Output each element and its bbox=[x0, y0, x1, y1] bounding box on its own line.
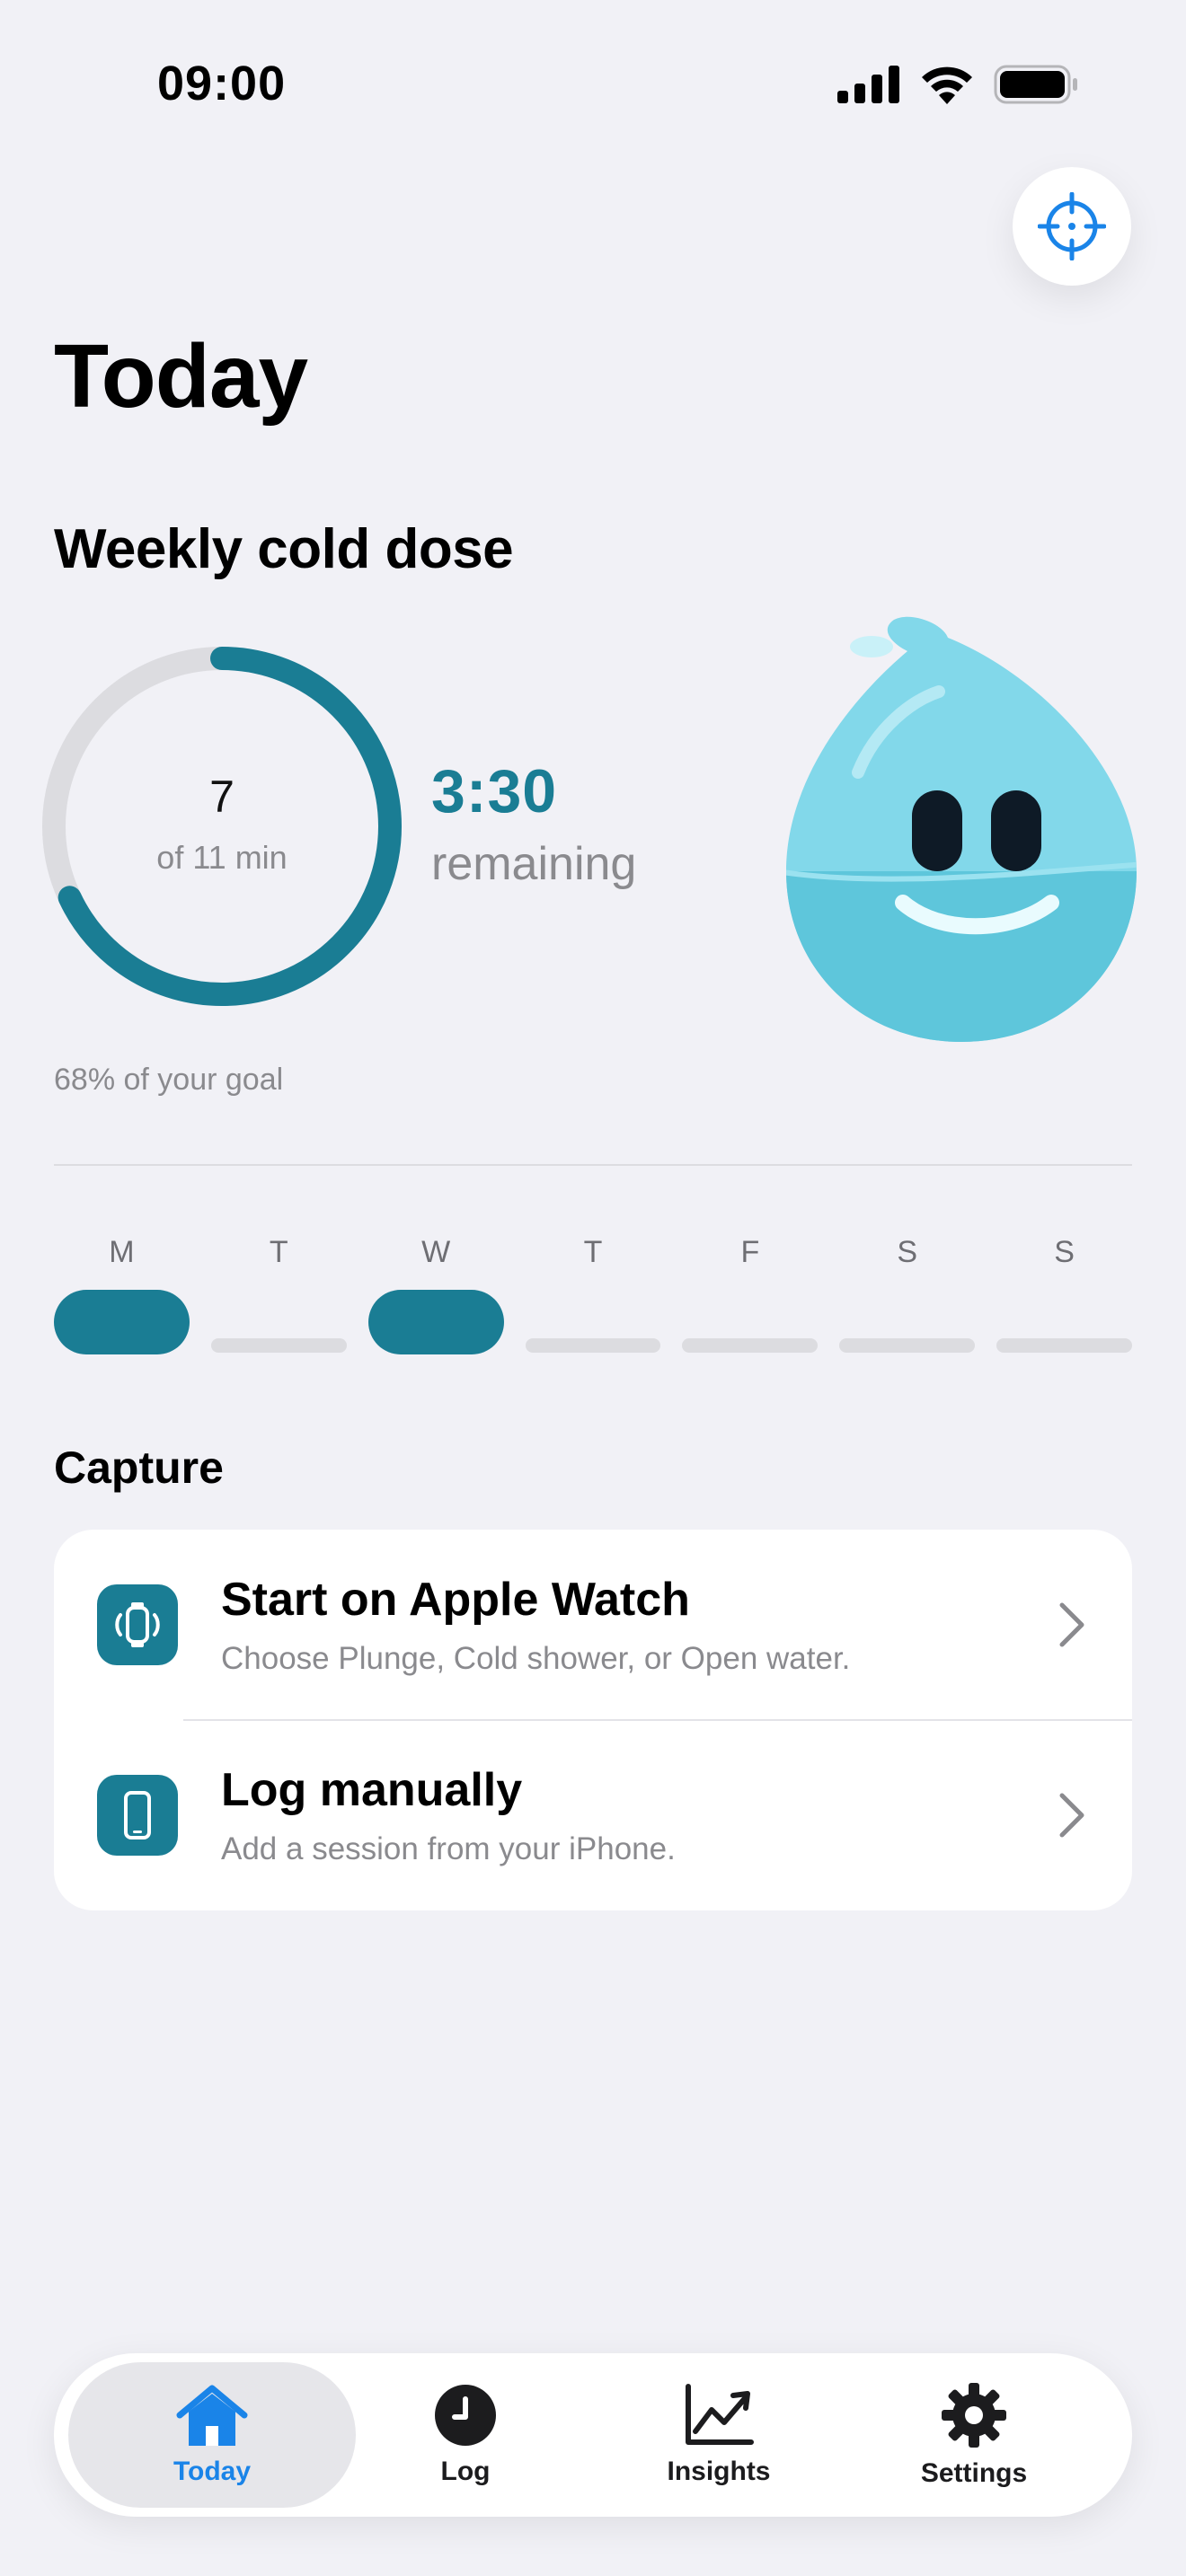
status-time: 09:00 bbox=[157, 57, 287, 110]
day-letter: T bbox=[269, 1235, 288, 1269]
tab-insights[interactable]: Insights bbox=[575, 2362, 863, 2508]
chart-icon bbox=[686, 2384, 754, 2445]
tab-today[interactable]: Today bbox=[68, 2362, 356, 2508]
section-divider bbox=[54, 1164, 1132, 1166]
chevron-right-icon bbox=[1059, 1602, 1084, 1647]
tab-label: Log bbox=[440, 2457, 491, 2486]
remaining-label: remaining bbox=[431, 838, 637, 890]
capture-section-title: Capture bbox=[54, 1442, 224, 1493]
cellular-signal-icon bbox=[837, 66, 899, 103]
day-bar-empty bbox=[682, 1338, 819, 1353]
day-letter: W bbox=[421, 1235, 451, 1269]
ring-subtitle: of 11 min bbox=[156, 839, 288, 876]
status-icons bbox=[837, 65, 1078, 104]
week-day: T bbox=[525, 1231, 661, 1354]
chevron-right-icon bbox=[1059, 1793, 1084, 1838]
day-bar-completed bbox=[367, 1290, 504, 1354]
crosshair-icon bbox=[1038, 192, 1106, 260]
day-bar-empty bbox=[839, 1338, 976, 1353]
page-title: Today bbox=[54, 326, 308, 427]
watch-icon bbox=[97, 1584, 178, 1665]
row-subtitle: Add a session from your iPhone. bbox=[221, 1831, 676, 1866]
tab-settings[interactable]: Settings bbox=[830, 2362, 1118, 2508]
day-bar-empty bbox=[525, 1338, 661, 1353]
row-title: Start on Apple Watch bbox=[221, 1574, 690, 1626]
capture-card: Start on Apple Watch Choose Plunge, Cold… bbox=[54, 1530, 1132, 1910]
locate-button[interactable] bbox=[1013, 167, 1131, 286]
remaining-time: 3:30 bbox=[431, 757, 558, 825]
week-day: F bbox=[682, 1231, 819, 1354]
house-icon bbox=[176, 2385, 248, 2446]
iphone-icon bbox=[97, 1775, 178, 1856]
wifi-icon bbox=[922, 66, 972, 104]
water-drop-mascot bbox=[786, 616, 1137, 1043]
week-strip: MTWTFSS bbox=[54, 1231, 1132, 1354]
row-title: Log manually bbox=[221, 1764, 523, 1816]
gear-icon bbox=[942, 2383, 1006, 2448]
week-day: S bbox=[839, 1231, 976, 1354]
day-letter: F bbox=[740, 1235, 760, 1269]
day-letter: S bbox=[1054, 1235, 1075, 1269]
tab-label: Insights bbox=[667, 2457, 771, 2486]
tab-bar: Today Log Insights Settings bbox=[54, 2353, 1132, 2517]
weekly-progress-ring bbox=[42, 647, 402, 1006]
row-subtitle: Choose Plunge, Cold shower, or Open wate… bbox=[221, 1641, 851, 1676]
start-apple-watch-row[interactable]: Start on Apple Watch Choose Plunge, Cold… bbox=[54, 1530, 1132, 1721]
day-letter: S bbox=[897, 1235, 918, 1269]
clock-icon bbox=[435, 2385, 496, 2446]
week-day: T bbox=[210, 1231, 347, 1354]
week-day: W bbox=[367, 1231, 504, 1354]
week-day: M bbox=[54, 1231, 190, 1354]
day-bar-empty bbox=[210, 1338, 347, 1353]
weekly-section-title: Weekly cold dose bbox=[54, 518, 514, 580]
ring-value: 7 bbox=[209, 772, 235, 822]
day-bar-empty bbox=[996, 1338, 1132, 1353]
day-letter: M bbox=[109, 1235, 135, 1269]
tab-label: Settings bbox=[920, 2458, 1028, 2488]
battery-icon bbox=[994, 65, 1077, 104]
week-day: S bbox=[996, 1231, 1132, 1354]
log-manually-row[interactable]: Log manually Add a session from your iPh… bbox=[54, 1720, 1132, 1910]
day-bar-completed bbox=[54, 1290, 190, 1354]
tab-label: Today bbox=[173, 2457, 252, 2486]
day-letter: T bbox=[583, 1235, 603, 1269]
goal-percentage: 68% of your goal bbox=[54, 1063, 284, 1097]
tab-log[interactable]: Log bbox=[322, 2362, 609, 2508]
